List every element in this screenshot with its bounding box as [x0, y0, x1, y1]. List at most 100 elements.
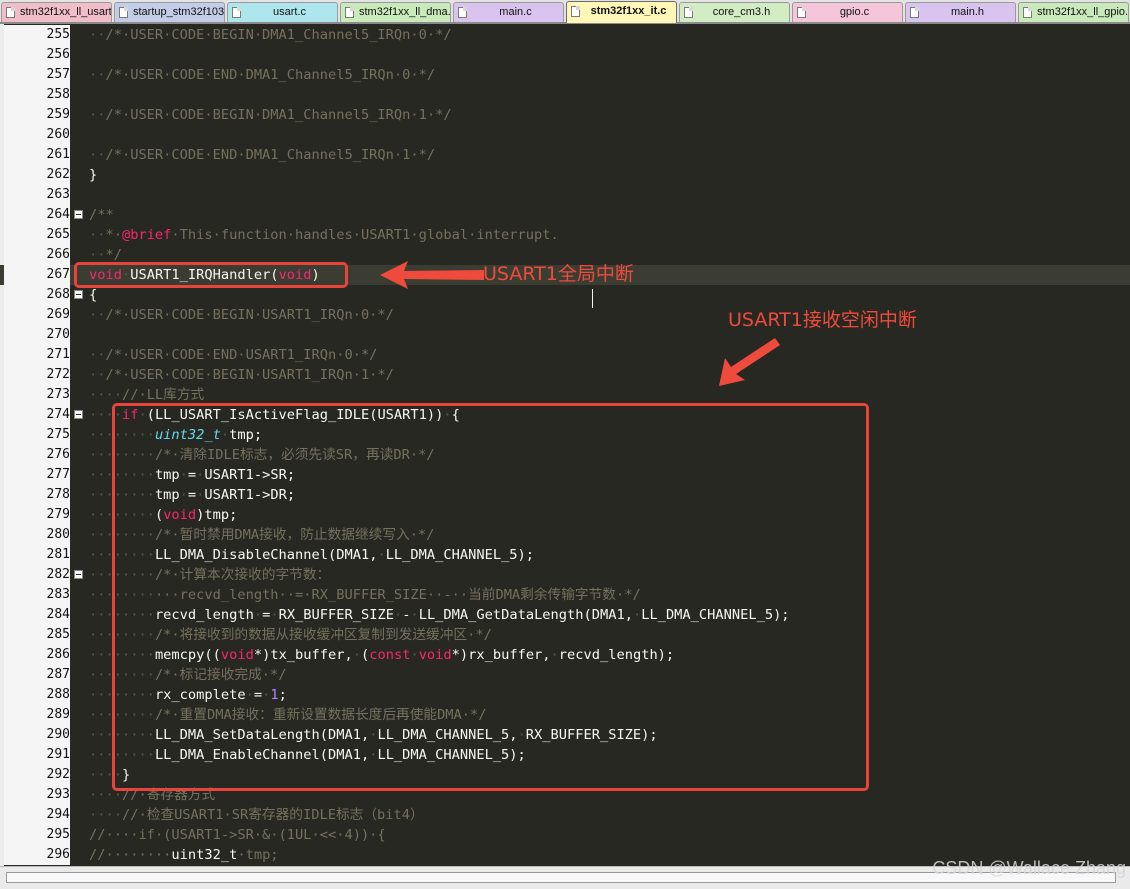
line-number: 275	[4, 425, 70, 445]
line-number: 285	[4, 625, 70, 645]
code-token: ··	[89, 27, 106, 43]
code-line[interactable]: 265 ··*·@brief·This·function·handles·USAR…	[0, 225, 1130, 245]
tab-label: main.c	[499, 6, 532, 18]
tab-gpio-c[interactable]: gpio.c	[792, 2, 903, 22]
handler-highlight-box	[74, 262, 348, 288]
fold-toggle-icon[interactable]	[74, 410, 83, 419]
line-number: 288	[4, 685, 70, 705]
line-number: 260	[4, 125, 70, 145]
line-number: 261	[4, 145, 70, 165]
line-number: 295	[4, 825, 70, 845]
handler-annotation-label: USART1全局中断	[483, 263, 634, 285]
code-text: ··/*·USER·CODE·BEGIN·USART1_IRQn·1·*/	[89, 365, 394, 385]
file-icon	[797, 7, 806, 18]
line-number: 269	[4, 305, 70, 325]
tab-label: stm32f1xx_it.c	[590, 5, 667, 17]
code-line[interactable]: 272 ··/*·USER·CODE·BEGIN·USART1_IRQn·1·*/	[0, 365, 1130, 385]
line-number: 278	[4, 485, 70, 505]
line-number: 262	[4, 165, 70, 185]
code-token: uint32_t	[171, 847, 238, 863]
fold-toggle-icon[interactable]	[74, 210, 83, 219]
tab-core-cm3-h[interactable]: core_cm3.h	[679, 2, 790, 22]
tab-label: stm32f1xx_ll_usart.h	[20, 6, 112, 18]
tab-stm32f1xx-it-c[interactable]: stm32f1xx_it.c	[566, 1, 677, 23]
code-token: //·LL库方式	[121, 387, 205, 403]
tab-stm32f1xx-ll-gpio-c[interactable]: stm32f1xx_ll_gpio.c	[1018, 2, 1129, 22]
tab-usart-c[interactable]: usart.c	[227, 2, 338, 22]
code-line[interactable]: 269 ··/*·USER·CODE·BEGIN·USART1_IRQn·0·*/	[0, 305, 1130, 325]
line-number: 276	[4, 445, 70, 465]
fold-toggle-icon[interactable]	[74, 570, 83, 579]
tab-label: core_cm3.h	[712, 6, 771, 18]
line-number: 266	[4, 245, 70, 265]
code-text: ··/*·USER·CODE·END·DMA1_Channel5_IRQn·1·…	[89, 145, 435, 165]
code-token: ··	[89, 67, 106, 83]
code-line[interactable]: 255 ··/*·USER·CODE·BEGIN·DMA1_Channel5_IR…	[0, 25, 1130, 45]
code-text: ··/*·USER·CODE·BEGIN·DMA1_Channel5_IRQn·…	[89, 105, 452, 125]
code-line[interactable]: 256	[0, 45, 1130, 65]
code-token: ····	[89, 387, 122, 403]
tab-label: main.h	[950, 6, 985, 18]
code-token: /*·USER·CODE·BEGIN·USART1_IRQn·0·*/	[105, 307, 394, 323]
line-number: 296	[4, 845, 70, 865]
code-line[interactable]: 261 ··/*·USER·CODE·END·DMA1_Channel5_IRQn…	[0, 145, 1130, 165]
code-text: //········uint32_t·tmp;	[89, 845, 279, 865]
code-text: ··*·@brief·This·function·handles·USART1·…	[89, 225, 559, 245]
code-token: //·检查USART1·SR寄存器的IDLE标志（bit4）	[121, 807, 424, 823]
code-text: }	[89, 165, 97, 185]
tab-label: gpio.c	[839, 6, 870, 18]
text-caret	[592, 289, 593, 308]
code-token: ··	[89, 227, 106, 243]
code-line[interactable]: 271 ··/*·USER·CODE·END·USART1_IRQn·0·*/	[0, 345, 1130, 365]
tab-main-c[interactable]: main.c	[453, 2, 564, 22]
line-number: 287	[4, 665, 70, 685]
code-line[interactable]: 258	[0, 85, 1130, 105]
line-number: 258	[4, 85, 70, 105]
code-line[interactable]: 263	[0, 185, 1130, 205]
line-number: 294	[4, 805, 70, 825]
idle-highlight-box	[112, 403, 869, 791]
code-token: }	[89, 167, 98, 183]
code-token: ·This·function·handles·USART1·global·int…	[171, 227, 559, 243]
code-line[interactable]: 268 {	[0, 285, 1130, 305]
code-line[interactable]: 262}	[0, 165, 1130, 185]
code-token: ··	[89, 307, 106, 323]
code-token: /**	[89, 207, 114, 223]
code-token: ··	[89, 367, 106, 383]
line-number: 259	[4, 105, 70, 125]
code-token: @brief	[121, 227, 172, 243]
fold-toggle-icon[interactable]	[74, 290, 83, 299]
code-line[interactable]: 264 /**	[0, 205, 1130, 225]
tab-startup-stm32f103xb-s[interactable]: startup_stm32f103xb.s	[114, 2, 225, 22]
file-icon	[1023, 7, 1032, 18]
tab-stm32f1xx-ll-dma-h[interactable]: stm32f1xx_ll_dma.h	[340, 2, 451, 22]
code-token: //····if·(USART1->SR·&·(1UL·<<·4))·{	[89, 827, 386, 843]
code-line[interactable]: 260	[0, 125, 1130, 145]
code-token: ··	[89, 107, 106, 123]
code-line[interactable]: 294 ····//·检查USART1·SR寄存器的IDLE标志（bit4）	[0, 805, 1130, 825]
code-token: ··	[89, 347, 106, 363]
line-number: 273	[4, 385, 70, 405]
code-token: /*·USER·CODE·END·USART1_IRQn·0·*/	[105, 347, 378, 363]
code-text: ··/*·USER·CODE·END·USART1_IRQn·0·*/	[89, 345, 377, 365]
arrow-down-left-icon	[719, 338, 780, 386]
code-line[interactable]: 259 ··/*·USER·CODE·BEGIN·DMA1_Channel5_IR…	[0, 105, 1130, 125]
code-text: ····//·LL库方式	[89, 385, 204, 405]
code-text: ····//·检查USART1·SR寄存器的IDLE标志（bit4）	[89, 805, 424, 825]
code-token: /*·USER·CODE·BEGIN·DMA1_Channel5_IRQn·0·…	[105, 27, 452, 43]
tab-main-h[interactable]: main.h	[905, 2, 1016, 22]
line-number: 293	[4, 785, 70, 805]
line-number: 277	[4, 465, 70, 485]
line-number: 255	[4, 25, 70, 45]
line-number: 290	[4, 725, 70, 745]
code-line[interactable]: 257 ··/*·USER·CODE·END·DMA1_Channel5_IRQn…	[0, 65, 1130, 85]
tab-stm32f1xx-ll-usart-h[interactable]: stm32f1xx_ll_usart.h	[1, 2, 112, 22]
code-line[interactable]: 295 //····if·(USART1->SR·&·(1UL·<<·4))·{	[0, 825, 1130, 845]
line-number: 280	[4, 525, 70, 545]
code-token: /*·USER·CODE·BEGIN·USART1_IRQn·1·*/	[105, 367, 394, 383]
tab-label: stm32f1xx_ll_gpio.c	[1037, 6, 1129, 18]
file-icon	[910, 7, 919, 18]
code-line[interactable]: 273 ····//·LL库方式	[0, 385, 1130, 405]
code-line[interactable]: 270	[0, 325, 1130, 345]
line-number: 289	[4, 705, 70, 725]
